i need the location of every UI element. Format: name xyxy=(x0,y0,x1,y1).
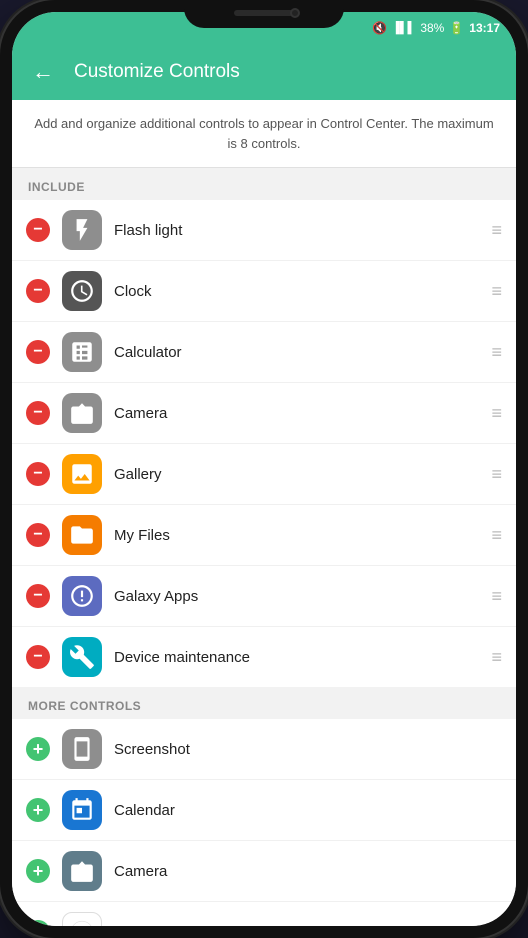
include-list: − Flash light ≡ − Clock ≡ xyxy=(12,200,516,687)
remove-gallery-button[interactable]: − xyxy=(26,462,50,486)
back-button[interactable]: ← xyxy=(28,55,58,89)
drag-handle[interactable]: ≡ xyxy=(491,586,502,607)
description-text: Add and organize additional controls to … xyxy=(12,100,516,168)
notch xyxy=(184,0,344,28)
page-title: Customize Controls xyxy=(74,61,240,83)
drag-handle[interactable]: ≡ xyxy=(491,647,502,668)
calculator-icon xyxy=(62,332,102,372)
galaxyapps-icon xyxy=(62,576,102,616)
list-item: − Galaxy Apps ≡ xyxy=(12,566,516,627)
chrome-label: Chrome xyxy=(114,924,502,927)
list-item: − My Files ≡ xyxy=(12,505,516,566)
clock-label: Clock xyxy=(114,283,479,300)
galaxyapps-label: Galaxy Apps xyxy=(114,588,479,605)
myfiles-label: My Files xyxy=(114,527,479,544)
phone-shell: 🔇 ▐▌▌ 38% 🔋 13:17 ← Customize Controls A… xyxy=(0,0,528,938)
status-icons: 🔇 ▐▌▌ 38% 🔋 13:17 xyxy=(372,21,500,35)
list-item: − Camera ≡ xyxy=(12,383,516,444)
header: ← Customize Controls xyxy=(12,44,516,100)
list-item: − Clock ≡ xyxy=(12,261,516,322)
drag-handle[interactable]: ≡ xyxy=(491,220,502,241)
list-item: − Device maintenance ≡ xyxy=(12,627,516,687)
remove-galaxyapps-button[interactable]: − xyxy=(26,584,50,608)
mute-icon: 🔇 xyxy=(372,21,387,35)
more-section-label: MORE CONTROLS xyxy=(12,687,516,719)
more-list: + Screenshot + Calendar + xyxy=(12,719,516,926)
camera-label: Camera xyxy=(114,405,479,422)
list-item: + Calendar xyxy=(12,780,516,841)
remove-maintenance-button[interactable]: − xyxy=(26,645,50,669)
list-item: − Flash light ≡ xyxy=(12,200,516,261)
add-camera-button[interactable]: + xyxy=(26,859,50,883)
remove-camera-button[interactable]: − xyxy=(26,401,50,425)
calendar-icon xyxy=(62,790,102,830)
myfiles-icon xyxy=(62,515,102,555)
signal-icon: ▐▌▌ xyxy=(392,22,415,34)
main-content: Add and organize additional controls to … xyxy=(12,100,516,926)
phone-screen: 🔇 ▐▌▌ 38% 🔋 13:17 ← Customize Controls A… xyxy=(12,12,516,926)
gallery-label: Gallery xyxy=(114,466,479,483)
drag-handle[interactable]: ≡ xyxy=(491,342,502,363)
remove-flashlight-button[interactable]: − xyxy=(26,218,50,242)
battery-icon: 🔋 xyxy=(449,21,464,35)
calendar-label: Calendar xyxy=(114,802,502,819)
camera-icon xyxy=(62,393,102,433)
screenshot-icon xyxy=(62,729,102,769)
list-item: − Gallery ≡ xyxy=(12,444,516,505)
add-screenshot-button[interactable]: + xyxy=(26,737,50,761)
maintenance-icon xyxy=(62,637,102,677)
camera2-icon xyxy=(62,851,102,891)
camera-notch xyxy=(290,8,300,18)
remove-calculator-button[interactable]: − xyxy=(26,340,50,364)
battery-level: 38% xyxy=(420,21,444,35)
flashlight-label: Flash light xyxy=(114,222,479,239)
list-item: + Camera xyxy=(12,841,516,902)
list-item: + Chrome xyxy=(12,902,516,926)
clock-icon xyxy=(62,271,102,311)
chrome-icon xyxy=(62,912,102,926)
flashlight-icon xyxy=(62,210,102,250)
add-calendar-button[interactable]: + xyxy=(26,798,50,822)
remove-myfiles-button[interactable]: − xyxy=(26,523,50,547)
calculator-label: Calculator xyxy=(114,344,479,361)
drag-handle[interactable]: ≡ xyxy=(491,403,502,424)
drag-handle[interactable]: ≡ xyxy=(491,525,502,546)
include-section-label: INCLUDE xyxy=(12,168,516,200)
remove-clock-button[interactable]: − xyxy=(26,279,50,303)
speaker xyxy=(234,10,294,16)
list-item: + Screenshot xyxy=(12,719,516,780)
add-chrome-button[interactable]: + xyxy=(26,920,50,926)
camera2-label: Camera xyxy=(114,863,502,880)
gallery-icon xyxy=(62,454,102,494)
time-display: 13:17 xyxy=(469,21,500,35)
drag-handle[interactable]: ≡ xyxy=(491,464,502,485)
drag-handle[interactable]: ≡ xyxy=(491,281,502,302)
maintenance-label: Device maintenance xyxy=(114,649,479,666)
screenshot-label: Screenshot xyxy=(114,741,502,758)
list-item: − Calculator ≡ xyxy=(12,322,516,383)
